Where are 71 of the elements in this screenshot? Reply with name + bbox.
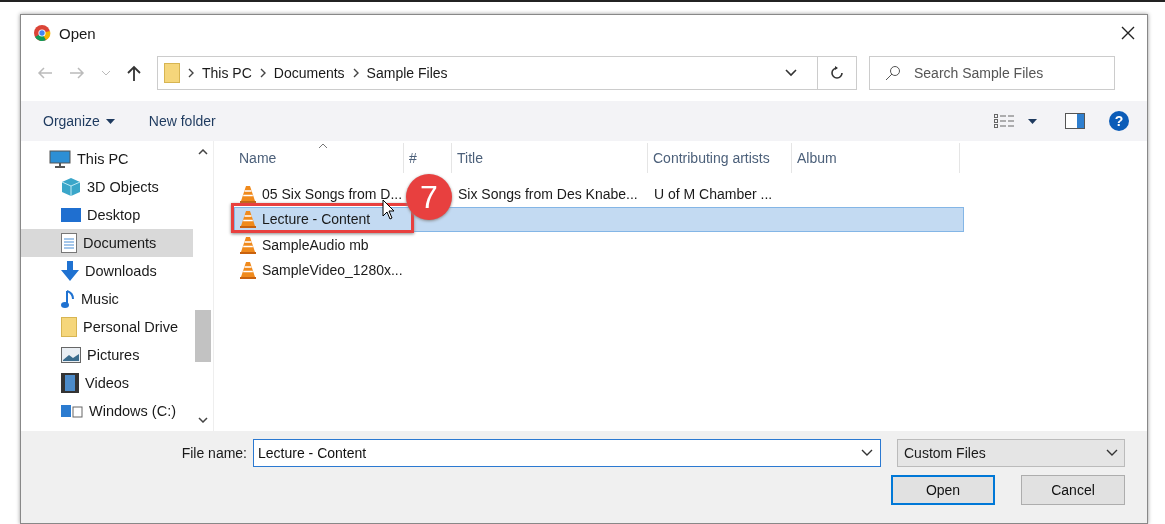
search-icon (885, 65, 901, 81)
computer-icon (49, 150, 71, 168)
chevron-icon (352, 68, 359, 78)
help-button[interactable]: ? (1109, 111, 1129, 131)
music-note-icon (61, 289, 75, 309)
step-number-badge: 7 (406, 174, 452, 220)
sidebar-item[interactable]: Videos (21, 369, 193, 397)
chevron-icon (259, 68, 266, 78)
caret-icon[interactable] (1028, 118, 1037, 124)
file-name-label: File name: (181, 445, 247, 461)
file-type-dropdown[interactable]: Custom Files (897, 439, 1125, 467)
new-folder-button[interactable]: New folder (148, 113, 216, 129)
traffic-cone-icon (240, 261, 256, 280)
cancel-button[interactable]: Cancel (1021, 475, 1125, 505)
cube-icon (61, 177, 81, 197)
mouse-pointer-icon (382, 199, 396, 221)
film-icon (61, 373, 79, 393)
sidebar-item[interactable]: Desktop (21, 201, 193, 229)
traffic-cone-icon (240, 210, 256, 229)
browser-logo-icon (33, 24, 51, 42)
picture-icon (61, 347, 81, 363)
breadcrumb[interactable]: Sample Files (366, 65, 448, 81)
dropdown-caret-icon[interactable] (785, 69, 797, 77)
scroll-down-icon[interactable] (198, 417, 208, 423)
sidebar-item[interactable]: Documents (21, 229, 193, 257)
organize-button[interactable]: Organize (43, 113, 115, 129)
file-cell: SampleAudio mb (262, 236, 369, 253)
sidebar-item[interactable]: Downloads (21, 257, 193, 285)
window-title: Open (59, 24, 96, 42)
column-header[interactable]: Album (792, 143, 960, 173)
drive-icon (61, 403, 83, 419)
file-cell: U of M Chamber ... (654, 185, 773, 202)
file-cell: Six Songs from Des Knabe... (458, 185, 638, 202)
search-field[interactable]: Search Sample Files (869, 56, 1115, 90)
up-arrow-icon[interactable] (127, 65, 141, 81)
sidebar-item[interactable]: This PC (21, 145, 193, 173)
sidebar-item[interactable]: Personal Drive (21, 313, 193, 341)
chevron-icon (188, 68, 194, 78)
column-header[interactable]: Title (452, 143, 648, 173)
close-icon[interactable] (1121, 26, 1135, 40)
folder-icon (164, 63, 180, 83)
dropdown-caret-icon[interactable] (861, 449, 873, 457)
desktop-icon (61, 207, 81, 223)
sidebar-item[interactable]: 3D Objects (21, 173, 193, 201)
sort-caret-icon (318, 143, 328, 149)
download-arrow-icon (61, 261, 79, 281)
refresh-icon (830, 66, 844, 80)
breadcrumb[interactable]: This PC (202, 65, 252, 81)
dropdown-caret-icon (1106, 449, 1118, 457)
column-header[interactable]: # (404, 143, 452, 173)
breadcrumb[interactable]: Documents (273, 65, 345, 81)
file-name-field[interactable]: Lecture - Content (253, 439, 881, 467)
file-cell: 05 Six Songs from D... (262, 185, 403, 202)
open-button[interactable]: Open (891, 475, 995, 505)
sidebar-item[interactable]: Windows (C:) (21, 397, 193, 425)
folder-icon (61, 317, 77, 337)
file-cell: SampleVideo_1280x... (262, 262, 403, 279)
file-cell: Lecture - Content (262, 211, 371, 228)
scrollbar-thumb[interactable] (195, 310, 211, 362)
view-list-icon[interactable] (994, 114, 1014, 128)
traffic-cone-icon (240, 184, 256, 203)
scroll-up-icon[interactable] (198, 149, 208, 155)
preview-pane-icon[interactable] (1065, 113, 1085, 129)
caret-icon (105, 118, 115, 124)
document-icon (61, 233, 77, 253)
column-header[interactable]: Name (234, 143, 404, 173)
sidebar-item[interactable]: Pictures (21, 341, 193, 369)
column-header[interactable]: Contributing artists (648, 143, 792, 173)
address-bar[interactable]: This PC Documents Sample Files (157, 56, 857, 90)
sidebar-item[interactable]: Music (21, 285, 193, 313)
traffic-cone-icon (240, 235, 256, 254)
